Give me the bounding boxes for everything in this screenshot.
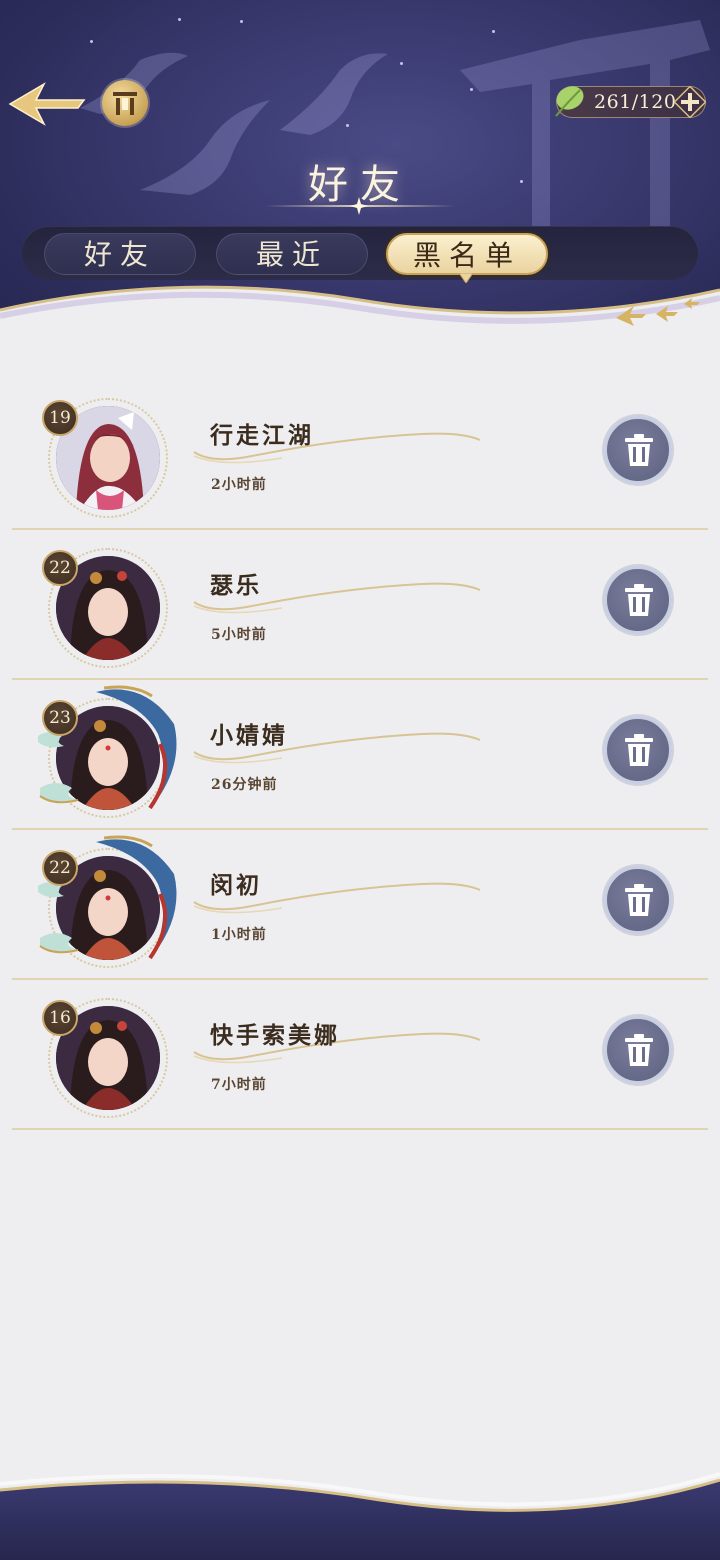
back-arrow-button[interactable]: [6, 78, 88, 130]
gate-icon: [113, 92, 137, 115]
list-item: 23 小婧婧 26分钟前: [0, 680, 720, 830]
last-seen-time: 7小时前: [211, 1077, 267, 1093]
remove-from-blacklist-button[interactable]: [604, 866, 672, 934]
level-badge: 19: [42, 400, 78, 436]
arrow-decoration-icon: [616, 298, 700, 326]
gate-menu-button[interactable]: [102, 80, 148, 126]
friend-name: 行走江湖: [210, 422, 314, 449]
row-divider: [12, 1128, 708, 1130]
star-decoration: [400, 62, 403, 65]
list-item: 22 闵初 1小时前: [0, 830, 720, 980]
tab-friends[interactable]: 好友: [44, 233, 196, 275]
list-item: 19 行走江湖 2小时前: [0, 380, 720, 530]
trash-icon: [625, 734, 653, 766]
resource-value: 261/120: [594, 91, 677, 113]
friend-name: 小婧婧: [210, 722, 288, 749]
leaf-icon: [555, 86, 584, 117]
last-seen-time: 2小时前: [211, 477, 267, 493]
last-seen-time: 1小时前: [211, 927, 267, 943]
remove-from-blacklist-button[interactable]: [604, 1016, 672, 1084]
friend-name: 快手索美娜: [210, 1022, 340, 1049]
crane-decoration: [280, 53, 388, 135]
level-badge: 16: [42, 1000, 78, 1036]
list-item: 22 瑟乐 5小时前: [0, 530, 720, 680]
level-badge: 23: [42, 700, 78, 736]
star-decoration: [178, 18, 181, 21]
trash-icon: [625, 884, 653, 916]
remove-from-blacklist-button[interactable]: [604, 416, 672, 484]
last-seen-time: 5小时前: [211, 627, 267, 643]
footer-wave-edge: [0, 1472, 720, 1560]
star-decoration: [240, 20, 243, 23]
tab-pointer-icon: [459, 273, 473, 283]
add-resource-button[interactable]: [674, 86, 706, 118]
friend-name: 闵初: [210, 872, 262, 899]
level-badge: 22: [42, 850, 78, 886]
list-item: 16 快手索美娜 7小时前: [0, 980, 720, 1130]
trash-icon: [625, 584, 653, 616]
remove-from-blacklist-button[interactable]: [604, 716, 672, 784]
star-decoration: [90, 40, 93, 43]
last-seen-time: 26分钟前: [211, 777, 278, 793]
tab-blacklist[interactable]: 黑名单: [386, 233, 548, 275]
temple-decoration: [460, 20, 710, 250]
level-badge: 22: [42, 550, 78, 586]
remove-from-blacklist-button[interactable]: [604, 566, 672, 634]
tab-recent[interactable]: 最近: [216, 233, 368, 275]
sparkle-icon: [350, 197, 368, 215]
trash-icon: [625, 434, 653, 466]
trash-icon: [625, 1034, 653, 1066]
friend-name: 瑟乐: [210, 572, 262, 599]
